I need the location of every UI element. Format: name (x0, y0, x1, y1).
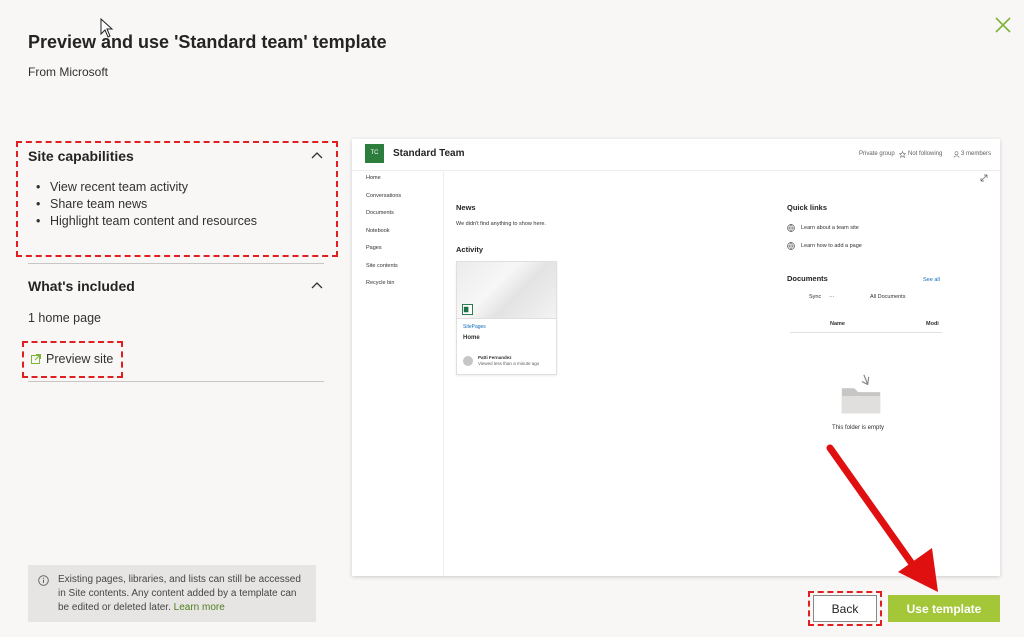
empty-folder-icon (841, 374, 881, 414)
card-author: Patti Fernandez (478, 355, 512, 360)
documents-heading: Documents (787, 274, 828, 283)
close-icon[interactable] (992, 14, 1014, 36)
column-name: Name (830, 321, 845, 327)
sync-button: Sync (809, 294, 822, 300)
preview-header: TC Standard Team Private group Not follo… (352, 139, 1000, 171)
preview-site-label: Preview site (46, 352, 114, 366)
avatar (463, 356, 473, 366)
card-time: Viewed less than a minute ago (478, 361, 540, 366)
more-button: ··· (829, 294, 835, 300)
globe-icon (787, 224, 795, 232)
card-library: SitePages (463, 324, 486, 330)
nav-item: Notebook (366, 228, 390, 234)
divider (28, 381, 324, 382)
chevron-up-icon[interactable] (310, 150, 324, 160)
sitepage-icon (462, 304, 473, 315)
quick-links-heading: Quick links (787, 203, 828, 212)
info-box: Existing pages, libraries, and lists can… (28, 565, 316, 622)
folder-empty-text: This folder is empty (832, 425, 885, 431)
site-name: Standard Team (393, 148, 465, 159)
site-capabilities-heading: Site capabilities (28, 148, 134, 164)
annotation-arrow-icon (826, 444, 938, 592)
quick-link: Learn how to add a page (801, 243, 862, 249)
info-icon (38, 575, 49, 586)
list-item: Share team news (36, 196, 257, 213)
nav-item: Pages (366, 245, 382, 251)
members-label: 3 members (961, 151, 992, 157)
divider (28, 263, 324, 264)
view-selector: All Documents (870, 294, 906, 300)
privacy-label: Private group (859, 151, 895, 157)
whats-included-heading: What's included (28, 278, 135, 294)
learn-more-link[interactable]: Learn more (174, 602, 225, 613)
quick-link: Learn about a team site (801, 225, 859, 231)
activity-heading: Activity (456, 245, 484, 254)
chevron-up-icon[interactable] (310, 280, 324, 290)
activity-card: SitePages Home Patti Fernandez Viewed le… (456, 261, 557, 375)
person-icon (953, 151, 960, 158)
nav-item: Home (366, 175, 381, 181)
see-all-link: See all (923, 277, 940, 283)
capabilities-list: View recent team activity Share team new… (36, 179, 257, 230)
preview-nav: Home Conversations Documents Notebook Pa… (352, 172, 444, 576)
nav-item: Site contents (366, 263, 398, 269)
follow-label: Not following (908, 151, 943, 157)
star-icon (899, 151, 906, 158)
list-item: View recent team activity (36, 179, 257, 196)
nav-item: Conversations (366, 193, 402, 199)
nav-item: Documents (366, 210, 394, 216)
list-item: Highlight team content and resources (36, 213, 257, 230)
globe-icon (787, 242, 795, 250)
documents-header-line (790, 332, 942, 333)
expand-icon (980, 174, 988, 182)
news-empty-text: We didn't find anything to show here. (456, 221, 546, 227)
page-title: Preview and use 'Standard team' template (28, 32, 387, 52)
column-modified: Modi (926, 321, 939, 327)
news-heading: News (456, 203, 476, 212)
page-subtitle: From Microsoft (28, 65, 109, 79)
site-logo: TC (365, 144, 384, 163)
preview-site-link[interactable]: Preview site (31, 352, 113, 366)
open-external-icon (31, 354, 41, 364)
home-page-count: 1 home page (28, 311, 101, 325)
card-title: Home (463, 335, 480, 341)
nav-item: Recycle bin (366, 280, 395, 286)
